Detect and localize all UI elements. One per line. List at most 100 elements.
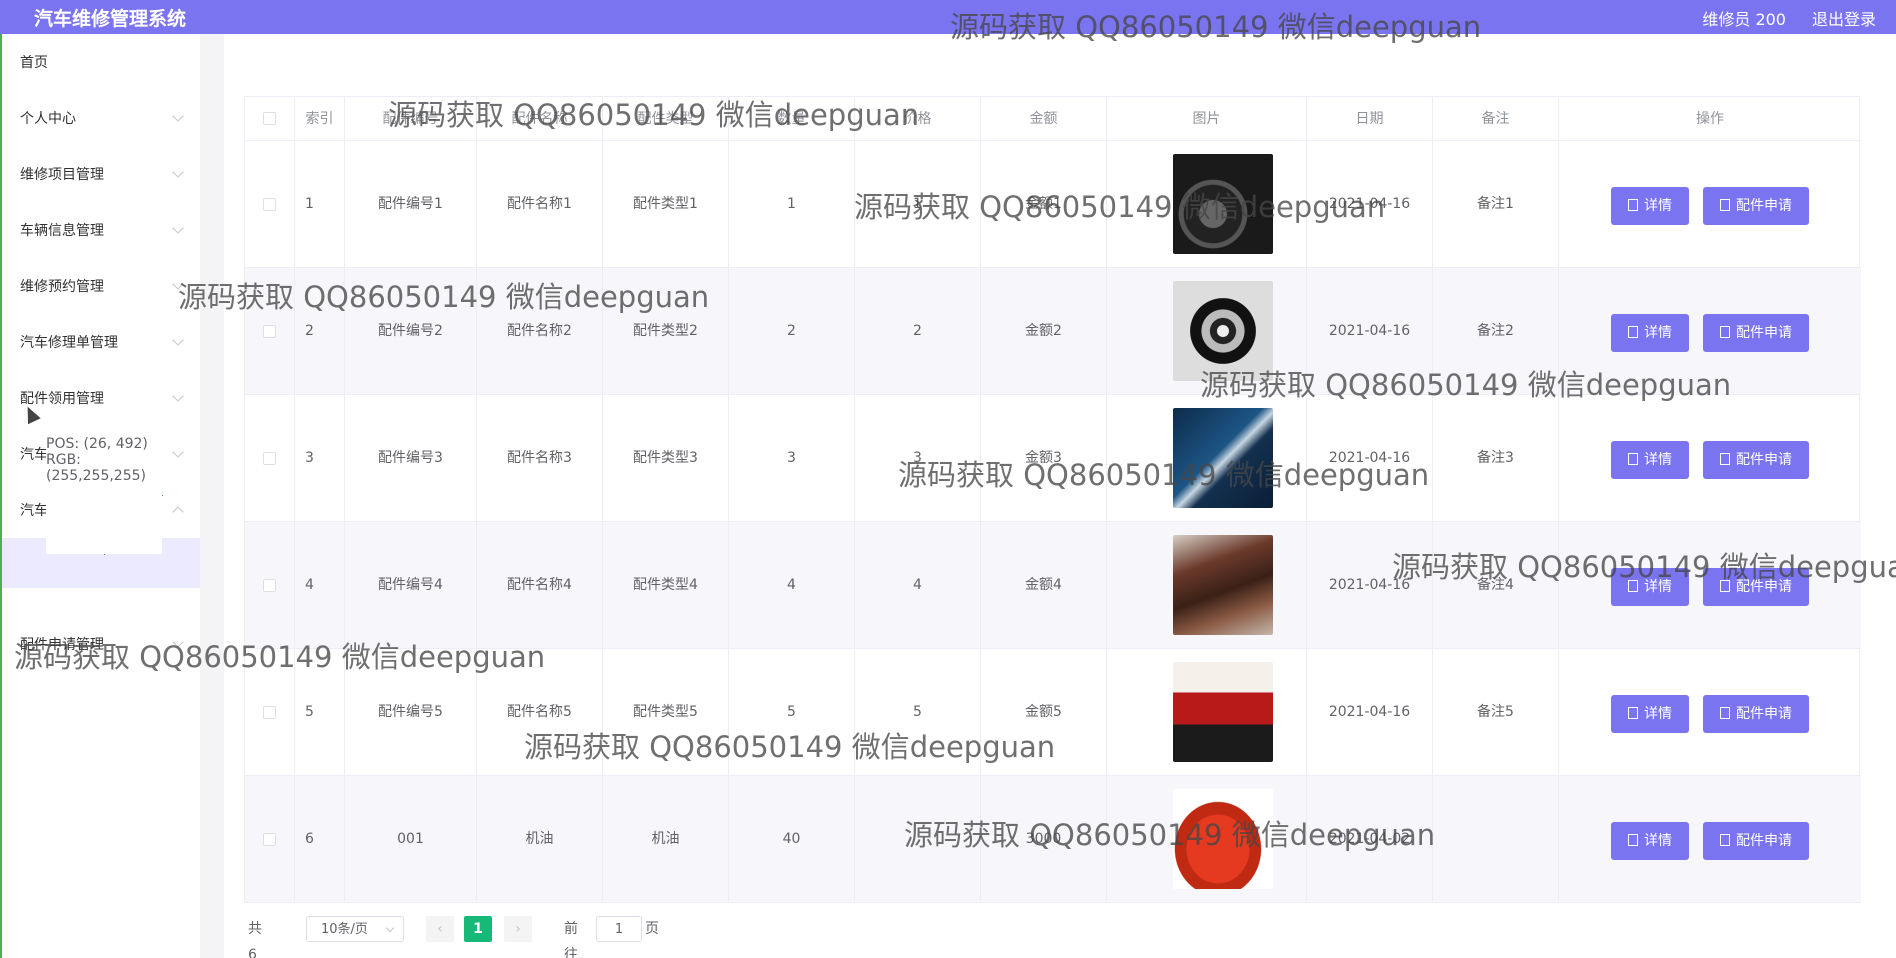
amount: 金额4: [981, 522, 1107, 649]
date: 2021-04-16: [1307, 395, 1433, 522]
detail-button[interactable]: 详情: [1611, 568, 1689, 606]
detail-button[interactable]: 详情: [1611, 187, 1689, 225]
seat-cover-thumbnail[interactable]: [1173, 535, 1273, 635]
detail-button-label: 详情: [1644, 198, 1672, 214]
sidebar-item-repair-booking[interactable]: 维修预约管理: [2, 258, 202, 314]
part-name: 机油: [477, 776, 603, 903]
image-cell: [1107, 649, 1307, 776]
amount: 金额3: [981, 395, 1107, 522]
row-checkbox[interactable]: [263, 579, 276, 592]
column-header[interactable]: 索引: [295, 97, 345, 141]
column-header[interactable]: 日期: [1307, 97, 1433, 141]
amount: 3000: [981, 776, 1107, 903]
sidebar-item-vehicle-info[interactable]: 车辆信息管理: [2, 202, 202, 258]
image-cell: [1107, 776, 1307, 903]
rim-thumbnail[interactable]: [1173, 281, 1273, 381]
table-row: 2 配件编号2 配件名称2 配件类型2 2 2 金额2 2021-04-16 备注2 详情 配件申请: [245, 268, 1861, 395]
apply-parts-button[interactable]: 配件申请: [1703, 187, 1809, 225]
apply-parts-button[interactable]: 配件申请: [1703, 314, 1809, 352]
chevron-down-icon: [172, 334, 184, 346]
quantity: 2: [729, 268, 855, 395]
top-header: 汽车维修管理系统 维修员 200 退出登录: [0, 0, 1896, 34]
price: [855, 776, 981, 903]
next-page-button[interactable]: ›: [504, 916, 532, 942]
page-number-button[interactable]: 1: [464, 916, 492, 942]
logout-link[interactable]: 退出登录: [1812, 6, 1876, 30]
quantity: 40: [729, 776, 855, 903]
actions-cell: 详情 配件申请: [1559, 395, 1861, 522]
part-type: 机油: [603, 776, 729, 903]
sidebar-item-label: 汽车: [20, 447, 48, 463]
sidebar-item-personal-center[interactable]: 个人中心: [2, 90, 202, 146]
table-row: 4 配件编号4 配件名称4 配件类型4 4 4 金额4 2021-04-16 备注4 详情 配件申请: [245, 522, 1861, 649]
column-header[interactable]: 金额: [981, 97, 1107, 141]
row-index: 4: [295, 522, 345, 649]
column-header[interactable]: 图片: [1107, 97, 1307, 141]
column-header[interactable]: 数量: [729, 97, 855, 141]
apply-button-label: 配件申请: [1736, 325, 1792, 341]
chevron-down-icon: [172, 446, 184, 458]
column-header[interactable]: 备注: [1433, 97, 1559, 141]
note: 备注2: [1433, 268, 1559, 395]
pagination-total: 共 6 条: [248, 921, 262, 958]
row-checkbox[interactable]: [263, 833, 276, 846]
sidebar-item-repair-orders[interactable]: 汽车修理单管理: [2, 314, 202, 370]
row-checkbox[interactable]: [263, 325, 276, 338]
page-size-select[interactable]: 10条/页: [306, 916, 404, 942]
select-all-checkbox[interactable]: [263, 112, 276, 125]
detail-button[interactable]: 详情: [1611, 695, 1689, 733]
app-title: 汽车维修管理系统: [34, 8, 187, 30]
amount: 金额1: [981, 141, 1107, 268]
parts-table: 索引 配件编号 配件名称 配件类型 数量 价格 金额 图片 日期 备注 操作 1…: [244, 96, 1861, 903]
apply-parts-button[interactable]: 配件申请: [1703, 822, 1809, 860]
sidebar-item-home[interactable]: 首页: [2, 34, 202, 90]
prev-page-button[interactable]: ‹: [426, 916, 454, 942]
document-icon: [1720, 453, 1730, 465]
document-icon: [1720, 707, 1730, 719]
oil-can-thumbnail[interactable]: [1173, 789, 1273, 889]
date: 2021-04-16: [1307, 268, 1433, 395]
apply-parts-button[interactable]: 配件申请: [1703, 568, 1809, 606]
goto-page-input[interactable]: 1: [596, 916, 642, 942]
column-header[interactable]: 配件名称: [477, 97, 603, 141]
column-header[interactable]: 配件类型: [603, 97, 729, 141]
image-cell: [1107, 395, 1307, 522]
actions-cell: 详情 配件申请: [1559, 649, 1861, 776]
column-header[interactable]: 配件编号: [345, 97, 477, 141]
note: 备注1: [1433, 141, 1559, 268]
tires-thumbnail[interactable]: [1173, 154, 1273, 254]
part-name: 配件名称2: [477, 268, 603, 395]
quantity: 4: [729, 522, 855, 649]
detail-button[interactable]: 详情: [1611, 822, 1689, 860]
price: 4: [855, 522, 981, 649]
date: 2021-04-16: [1307, 522, 1433, 649]
document-icon: [1628, 707, 1638, 719]
detail-button[interactable]: 详情: [1611, 314, 1689, 352]
column-header[interactable]: 价格: [855, 97, 981, 141]
row-checkbox[interactable]: [263, 452, 276, 465]
sidebar-item-parts-request[interactable]: 配件申请管理: [2, 616, 202, 672]
part-code: 配件编号2: [345, 268, 477, 395]
sidebar-item-repair-projects[interactable]: 维修项目管理: [2, 146, 202, 202]
note: 备注3: [1433, 395, 1559, 522]
sidebar-item-label: 个人中心: [20, 111, 76, 127]
detail-button-label: 详情: [1644, 833, 1672, 849]
row-checkbox[interactable]: [263, 706, 276, 719]
row-checkbox[interactable]: [263, 198, 276, 211]
image-cell: [1107, 268, 1307, 395]
part-name: 配件名称1: [477, 141, 603, 268]
page-size-value: 10条/页: [321, 922, 368, 937]
part-type: 配件类型4: [603, 522, 729, 649]
chevron-down-icon: [172, 390, 184, 402]
detail-button[interactable]: 详情: [1611, 441, 1689, 479]
box-thumbnail[interactable]: [1173, 662, 1273, 762]
apply-parts-button[interactable]: 配件申请: [1703, 695, 1809, 733]
spark-plug-thumbnail[interactable]: [1173, 408, 1273, 508]
inspector-rgb: RGB: (255,255,255): [46, 452, 146, 484]
detail-button-label: 详情: [1644, 579, 1672, 595]
actions-cell: 详情 配件申请: [1559, 522, 1861, 649]
document-icon: [1720, 326, 1730, 338]
apply-button-label: 配件申请: [1736, 833, 1792, 849]
note: [1433, 776, 1559, 903]
apply-parts-button[interactable]: 配件申请: [1703, 441, 1809, 479]
